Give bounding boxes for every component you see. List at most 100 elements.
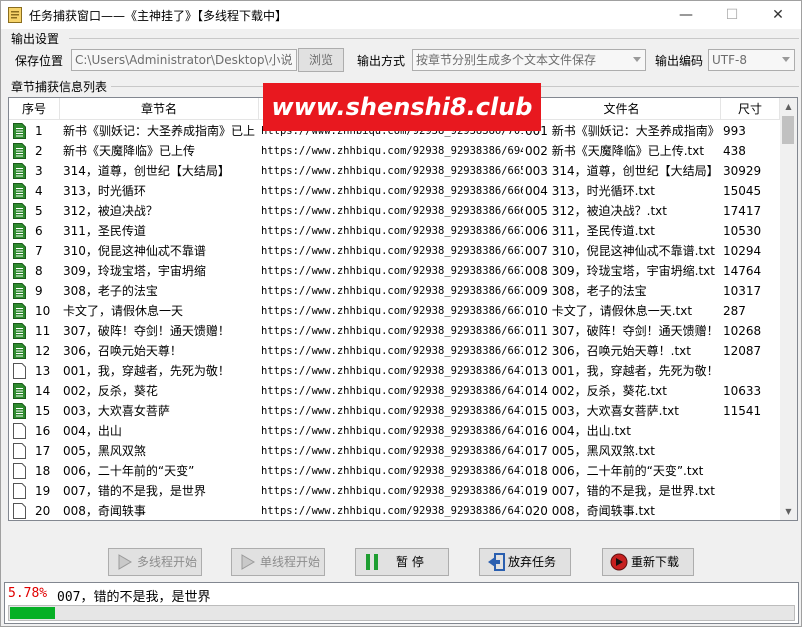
encoding-select[interactable]: UTF-8 — [708, 49, 795, 71]
column-header-filename[interactable]: 文件名 — [523, 98, 721, 120]
cell-size: 10268 — [723, 324, 762, 338]
column-header-size[interactable]: 尺寸 — [721, 98, 780, 120]
table-row[interactable]: 18 006，二十年前的“天变” https://www.zhhbiqu.com/9… — [9, 461, 780, 481]
table-row[interactable]: 16 004，出山 https://www.zhhbiqu.com/92938_92… — [9, 421, 780, 441]
cell-size — [723, 501, 780, 520]
downloaded-file-icon — [13, 223, 26, 239]
output-mode-select[interactable]: 按章节分别生成多个文本文件保存 — [412, 49, 646, 71]
output-settings-label: 输出设置 — [11, 32, 60, 46]
cell-no: 13 — [35, 364, 51, 378]
cell-filename: 010 卡文了，请假休息一天.txt — [525, 304, 693, 318]
table-row[interactable]: 11 307，破阵！夺剑！通天馈赠！ https://www.zhhbiqu.com… — [9, 321, 780, 341]
table-row[interactable]: 2 新书《天魔降临》已上传 https://www.zhhbiqu.com/9293… — [9, 141, 780, 161]
cell-chapter: 312，被迫决战？ — [63, 204, 158, 218]
scroll-up-icon[interactable]: ▲ — [780, 98, 797, 115]
multi-thread-start-button[interactable]: 多线程开始 — [108, 548, 202, 576]
cell-size: 15045 — [723, 184, 762, 198]
cell-filename: 011 307，破阵！夺剑！通天馈赠！ — [525, 324, 719, 338]
table-row[interactable]: 15 003，大欢喜女菩萨 https://www.zhhbiqu.com/9293… — [9, 401, 780, 421]
cell-url: https://www.zhhbiqu.com/92938_92938386/6… — [261, 145, 523, 157]
scroll-down-icon[interactable]: ▼ — [780, 503, 797, 520]
downloaded-file-icon — [13, 163, 26, 179]
save-location-field[interactable]: C:\Users\Administrator\Desktop\小说 — [71, 49, 297, 71]
table-row[interactable]: 19 007，错的不是我，是世界 https://www.zhhbiqu.com/9… — [9, 481, 780, 501]
table-row[interactable]: 6 311，圣民传道 https://www.zhhbiqu.com/92938_9… — [9, 221, 780, 241]
downloaded-file-icon — [13, 283, 26, 299]
downloaded-file-icon — [13, 403, 26, 419]
cell-filename: 005 312，被迫决战？.txt — [525, 204, 667, 218]
table-row[interactable]: 10 卡文了，请假休息一天 https://www.zhhbiqu.com/9293… — [9, 301, 780, 321]
play-icon — [241, 554, 255, 570]
cell-size: 10633 — [723, 384, 762, 398]
cell-size — [723, 441, 780, 461]
table-row[interactable]: 5 312，被迫决战？ https://www.zhhbiqu.com/92938_… — [9, 201, 780, 221]
cell-chapter: 新书《天魔降临》已上传 — [63, 144, 196, 158]
cell-url: https://www.zhhbiqu.com/92938_92938386/6… — [261, 465, 523, 477]
cell-filename: 014 002，反杀，葵花.txt — [525, 384, 667, 398]
cell-filename: 007 310，倪昆这神仙忒不靠谱.txt — [525, 244, 715, 258]
table-row[interactable]: 8 309，玲珑宝塔，宇宙坍缩 https://www.zhhbiqu.com/92… — [9, 261, 780, 281]
cell-url: https://www.zhhbiqu.com/92938_92938386/6… — [261, 165, 523, 177]
cell-url: https://www.zhhbiqu.com/92938_92938386/6… — [261, 505, 523, 517]
cell-no: 10 — [35, 304, 51, 318]
blank-file-icon — [13, 443, 26, 459]
cell-filename: 009 308，老子的法宝 — [525, 284, 647, 298]
capture-window: 任务捕获窗口——《主神挂了》【多线程下载中】 — ☐ ✕ 输出设置 保存位置 C… — [0, 0, 802, 627]
pause-button[interactable]: 暂 停 — [355, 548, 449, 576]
cell-no: 4 — [35, 184, 43, 198]
cell-url: https://www.zhhbiqu.com/92938_92938386/6… — [261, 285, 523, 297]
downloaded-file-icon — [13, 203, 26, 219]
blank-file-icon — [13, 423, 26, 439]
cell-chapter: 311，圣民传道 — [63, 224, 146, 238]
title-bar[interactable]: 任务捕获窗口——《主神挂了》【多线程下载中】 — ☐ ✕ — [1, 1, 801, 29]
cell-url: https://www.zhhbiqu.com/92938_92938386/6… — [261, 485, 523, 497]
cell-filename: 017 005，黑风双煞.txt — [525, 444, 655, 458]
column-header-chapter[interactable]: 章节名 — [60, 98, 259, 120]
minimize-button[interactable]: — — [663, 1, 709, 29]
table-row[interactable]: 9 308，老子的法宝 https://www.zhhbiqu.com/92938_… — [9, 281, 780, 301]
cell-url: https://www.zhhbiqu.com/92938_92938386/6… — [261, 425, 523, 437]
scroll-thumb[interactable] — [782, 116, 794, 144]
cell-size: 993 — [723, 124, 746, 138]
blank-file-icon — [13, 483, 26, 499]
encoding-value: UTF-8 — [712, 53, 747, 67]
cell-url: https://www.zhhbiqu.com/92938_92938386/6… — [261, 405, 523, 417]
table-row[interactable]: 14 002，反杀，葵花 https://www.zhhbiqu.com/92938… — [9, 381, 780, 401]
table-row[interactable]: 17 005，黑风双煞 https://www.zhhbiqu.com/92938_… — [9, 441, 780, 461]
single-thread-start-button[interactable]: 单线程开始 — [231, 548, 325, 576]
cell-no: 1 — [35, 124, 43, 138]
cell-chapter: 001，我，穿越者，先死为敬！ — [63, 364, 230, 378]
save-location-label: 保存位置 — [15, 54, 64, 68]
table-row[interactable]: 4 313，时光循环 https://www.zhhbiqu.com/92938_9… — [9, 181, 780, 201]
cell-size: 10317 — [723, 284, 762, 298]
cell-no: 8 — [35, 264, 43, 278]
table-row[interactable]: 3 314，道尊，创世纪【大结局】 https://www.zhhbiqu.com/… — [9, 161, 780, 181]
table-row[interactable]: 13 001，我，穿越者，先死为敬！ https://www.zhhbiqu.com… — [9, 361, 780, 381]
pause-icon — [366, 554, 378, 570]
column-header-no[interactable]: 序号 — [9, 98, 60, 120]
watermark-banner: www.shenshi8.club — [263, 83, 541, 131]
maximize-button[interactable]: ☐ — [709, 1, 755, 29]
cell-filename: 019 007，错的不是我，是世界.txt — [525, 484, 715, 498]
blank-file-icon — [13, 363, 26, 379]
redownload-button[interactable]: 重新下载 — [602, 548, 694, 576]
close-button[interactable]: ✕ — [755, 1, 801, 29]
table-row[interactable]: 20 008，奇闻轶事 https://www.zhhbiqu.com/92938_… — [9, 501, 780, 520]
chapter-list[interactable]: 序号 章节名 文件名 尺寸 1 新书《驯妖记：大圣养成指南》已上 https://w… — [8, 97, 798, 521]
table-row[interactable]: 7 310，倪昆这神仙忒不靠谱 https://www.zhhbiqu.com/92… — [9, 241, 780, 261]
cell-chapter: 004，出山 — [63, 424, 122, 438]
downloaded-file-icon — [13, 343, 26, 359]
cell-chapter: 002，反杀，葵花 — [63, 384, 158, 398]
table-row[interactable]: 12 306，召唤元始天尊！ https://www.zhhbiqu.com/929… — [9, 341, 780, 361]
cell-chapter: 308，老子的法宝 — [63, 284, 158, 298]
abandon-task-button[interactable]: 放弃任务 — [479, 548, 571, 576]
vertical-scrollbar[interactable]: ▲ ▼ — [780, 98, 797, 520]
cell-size: 10294 — [723, 244, 762, 258]
browse-button[interactable]: 浏览 — [298, 48, 344, 72]
cell-chapter: 309，玲珑宝塔，宇宙坍缩 — [63, 264, 206, 278]
cell-url: https://www.zhhbiqu.com/92938_92938386/6… — [261, 185, 523, 197]
cell-size: 14764 — [723, 264, 762, 278]
downloaded-file-icon — [13, 263, 26, 279]
cell-no: 15 — [35, 404, 51, 418]
downloaded-file-icon — [13, 303, 26, 319]
